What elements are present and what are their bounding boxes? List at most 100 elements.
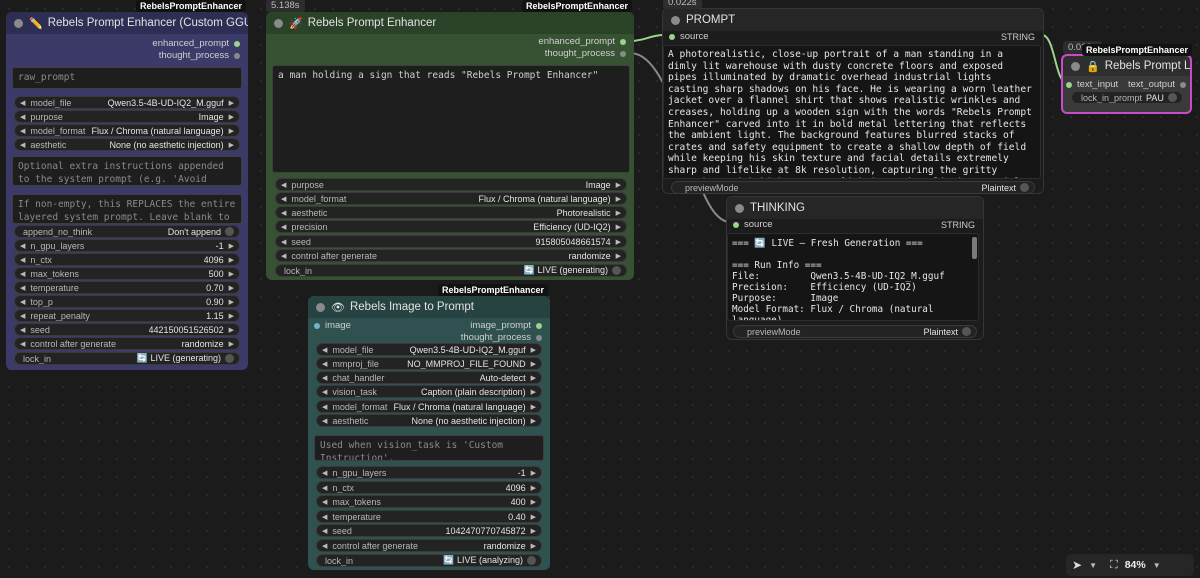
arrow-right-icon[interactable]: ▶ xyxy=(229,141,234,149)
toggle-switch[interactable] xyxy=(962,327,971,336)
toggle-switch[interactable] xyxy=(612,266,621,275)
node-title-bar[interactable]: 🔒 Rebels Prompt L... xyxy=(1063,56,1190,76)
widget-temperature[interactable]: ◀ temperature 0.70 ▶ xyxy=(14,281,240,294)
arrow-left-icon[interactable]: ◀ xyxy=(20,242,25,250)
output-thought-process[interactable]: thought_process xyxy=(545,48,626,59)
output-enhanced-prompt[interactable]: enhanced_prompt xyxy=(152,38,240,49)
widget-max-tokens[interactable]: ◀ max_tokens 400 ▶ xyxy=(316,495,542,508)
widget-max-tokens[interactable]: ◀ max_tokens 500 ▶ xyxy=(14,267,240,280)
arrow-right-icon[interactable]: ▶ xyxy=(531,403,536,411)
arrow-right-icon[interactable]: ▶ xyxy=(616,209,621,217)
arrow-left-icon[interactable]: ◀ xyxy=(20,113,25,121)
arrow-left-icon[interactable]: ◀ xyxy=(20,326,25,334)
arrow-right-icon[interactable]: ▶ xyxy=(616,238,621,246)
collapse-dot[interactable] xyxy=(14,18,23,28)
arrow-right-icon[interactable]: ▶ xyxy=(229,284,234,292)
arrow-left-icon[interactable]: ◀ xyxy=(20,312,25,320)
scrollbar[interactable] xyxy=(972,237,977,259)
arrow-right-icon[interactable]: ▶ xyxy=(616,195,621,203)
arrow-right-icon[interactable]: ▶ xyxy=(616,223,621,231)
node-title-bar[interactable]: THINKING xyxy=(727,197,983,219)
arrow-right-icon[interactable]: ▶ xyxy=(531,484,536,492)
output-socket[interactable] xyxy=(536,334,542,341)
collapse-dot[interactable] xyxy=(1071,61,1080,71)
fit-view-icon[interactable]: ⛶ xyxy=(1110,559,1118,572)
node-image-to-prompt[interactable]: RebelsPromptEnhancer 👁 Rebels Image to P… xyxy=(308,284,550,570)
arrow-left-icon[interactable]: ◀ xyxy=(20,141,25,149)
widget-lock-in[interactable]: lock_in 🔄 LIVE (generating) xyxy=(275,264,627,277)
arrow-left-icon[interactable]: ◀ xyxy=(20,284,25,292)
arrow-left-icon[interactable]: ◀ xyxy=(322,542,327,550)
toggle-switch[interactable] xyxy=(527,556,536,565)
arrow-right-icon[interactable]: ▶ xyxy=(229,340,234,348)
node-title-bar[interactable]: PROMPT xyxy=(663,9,1043,31)
arrow-right-icon[interactable]: ▶ xyxy=(229,256,234,264)
arrow-right-icon[interactable]: ▶ xyxy=(229,99,234,107)
widget-seed[interactable]: ◀ seed 1042470770745872 ▶ xyxy=(316,524,542,537)
arrow-left-icon[interactable]: ◀ xyxy=(281,223,286,231)
arrow-right-icon[interactable]: ▶ xyxy=(531,346,536,354)
arrow-left-icon[interactable]: ◀ xyxy=(281,209,286,217)
widget-top-p[interactable]: ◀ top_p 0.90 ▶ xyxy=(14,295,240,308)
widget-preview-mode[interactable]: previewMode Plaintext xyxy=(733,325,977,338)
raw-prompt-input[interactable]: raw_prompt xyxy=(12,67,242,89)
output-socket[interactable] xyxy=(536,322,542,329)
collapse-dot[interactable] xyxy=(274,18,283,28)
arrow-left-icon[interactable]: ◀ xyxy=(281,238,286,246)
widget-model-file[interactable]: ◀ model_file Qwen3.5-4B-UD-IQ2_M.gguf ▶ xyxy=(14,96,240,109)
output-socket[interactable] xyxy=(234,40,240,47)
widget-lock-in[interactable]: lock_in 🔄 LIVE (generating) xyxy=(14,352,240,365)
arrow-right-icon[interactable]: ▶ xyxy=(531,527,536,535)
node-prompt-preview[interactable]: 0.022s PROMPT source STRING A photoreali… xyxy=(662,0,1044,194)
widget-seed[interactable]: ◀ seed 442150051526502 ▶ xyxy=(14,323,240,336)
widget-control-after-generate[interactable]: ◀ control after generate randomize ▶ xyxy=(316,539,542,552)
output-enhanced-prompt[interactable]: enhanced_prompt xyxy=(538,36,626,47)
widget-purpose[interactable]: ◀ purpose Image ▶ xyxy=(14,110,240,123)
arrow-right-icon[interactable]: ▶ xyxy=(616,252,621,260)
chevron-down-icon[interactable]: ▼ xyxy=(1153,561,1161,570)
output-thought-process[interactable]: thought_process xyxy=(159,50,240,61)
widget-purpose[interactable]: ◀ purpose Image ▶ xyxy=(275,178,627,191)
arrow-left-icon[interactable]: ◀ xyxy=(322,360,327,368)
arrow-right-icon[interactable]: ▶ xyxy=(531,417,536,425)
arrow-left-icon[interactable]: ◀ xyxy=(322,403,327,411)
arrow-right-icon[interactable]: ▶ xyxy=(531,374,536,382)
arrow-left-icon[interactable]: ◀ xyxy=(322,417,327,425)
node-thinking-preview[interactable]: THINKING source STRING === 🔄 LIVE — Fres… xyxy=(726,196,984,340)
arrow-left-icon[interactable]: ◀ xyxy=(281,181,286,189)
node-prompt-enhancer[interactable]: 5.138s RebelsPromptEnhancer 🚀 Rebels Pro… xyxy=(266,0,634,280)
widget-aesthetic[interactable]: ◀ aesthetic None (no aesthetic injection) ▶ xyxy=(316,414,542,427)
arrow-right-icon[interactable]: ▶ xyxy=(229,312,234,320)
node-title-bar[interactable]: 🚀 Rebels Prompt Enhancer xyxy=(266,12,634,34)
input-text[interactable]: text_input xyxy=(1066,79,1118,90)
collapse-dot[interactable] xyxy=(316,302,325,312)
arrow-left-icon[interactable]: ◀ xyxy=(20,256,25,264)
input-socket[interactable] xyxy=(733,221,739,228)
output-socket[interactable] xyxy=(1180,81,1186,88)
arrow-right-icon[interactable]: ▶ xyxy=(531,469,536,477)
output-text[interactable]: text_output xyxy=(1128,79,1186,90)
collapse-dot[interactable] xyxy=(735,203,744,213)
widget-lock-in-prompt[interactable]: lock_in_promptPAUSED xyxy=(1071,91,1183,104)
widget-repeat-penalty[interactable]: ◀ repeat_penalty 1.15 ▶ xyxy=(14,309,240,322)
widget-preview-mode[interactable]: previewMode Plaintext xyxy=(671,181,1035,194)
input-socket[interactable] xyxy=(314,322,320,329)
chevron-down-icon[interactable]: ▼ xyxy=(1089,561,1097,570)
arrow-right-icon[interactable]: ▶ xyxy=(229,113,234,121)
input-source[interactable]: source xyxy=(669,31,709,42)
arrow-right-icon[interactable]: ▶ xyxy=(229,242,234,250)
toggle-switch[interactable] xyxy=(1168,93,1177,102)
prompt-text-input[interactable]: a man holding a sign that reads "Rebels … xyxy=(272,65,630,173)
widget-model-format[interactable]: ◀ model_format Flux / Chroma (natural lang… xyxy=(275,192,627,205)
arrow-left-icon[interactable]: ◀ xyxy=(20,298,25,306)
output-thought-process[interactable]: thought_process xyxy=(461,332,542,343)
custom-instruction-input[interactable]: Used when vision_task is 'Custom Instruc… xyxy=(314,435,544,461)
widget-aesthetic[interactable]: ◀ aesthetic Photorealistic ▶ xyxy=(275,206,627,219)
arrow-right-icon[interactable]: ▶ xyxy=(229,127,234,135)
arrow-left-icon[interactable]: ◀ xyxy=(322,346,327,354)
output-socket[interactable] xyxy=(620,50,626,57)
widget-control-after-generate[interactable]: ◀ control after generate randomize ▶ xyxy=(14,337,240,350)
arrow-left-icon[interactable]: ◀ xyxy=(20,340,25,348)
arrow-left-icon[interactable]: ◀ xyxy=(281,195,286,203)
extra-instructions-input[interactable]: Optional extra instructions appended to … xyxy=(12,156,242,186)
